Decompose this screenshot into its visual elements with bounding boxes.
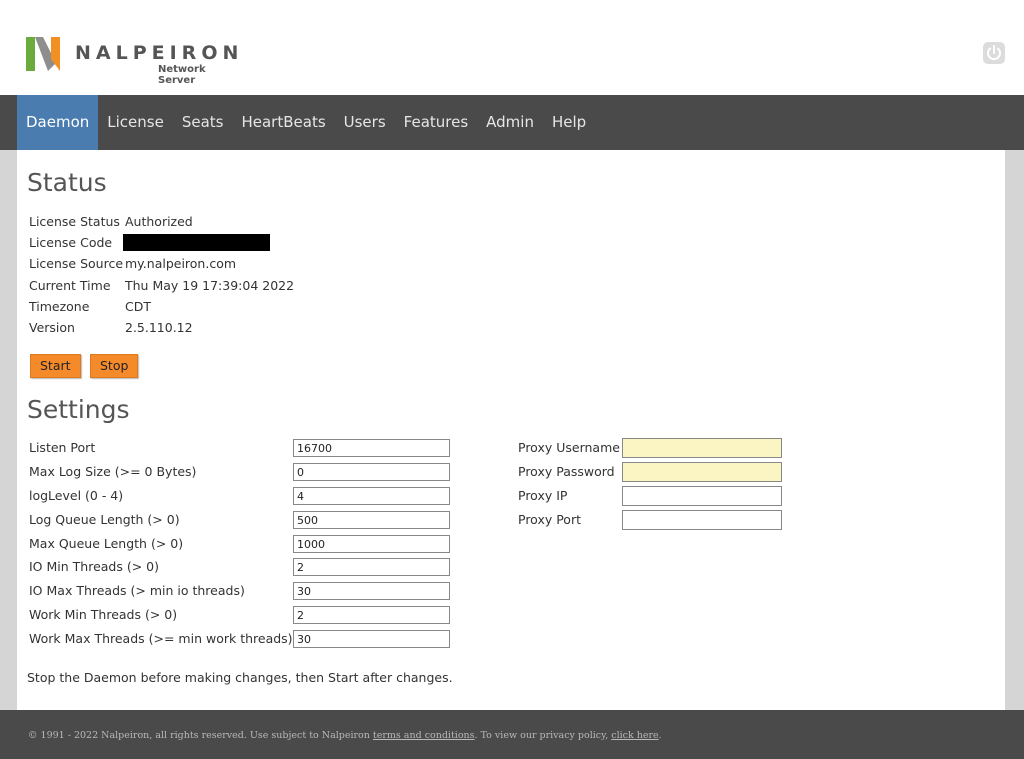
left-gutter [0,150,17,710]
logo[interactable]: NALPEIRON Network Server [26,37,246,86]
work-max-threads-input[interactable]: 30 [293,630,450,648]
proxy-password-input[interactable] [622,462,782,482]
right-gutter [1005,150,1024,710]
proxy-label: Proxy IP [518,488,568,503]
nav-users[interactable]: Users [335,95,395,150]
status-row: License Code [29,232,294,253]
nav-daemon[interactable]: Daemon [17,95,99,150]
status-label: Timezone [29,298,90,314]
proxy-label: Proxy Username [518,440,620,455]
nav-license[interactable]: License [98,95,173,150]
log-queue-length-input[interactable]: 500 [293,511,450,529]
status-label: License Status [29,214,120,230]
footer-suffix: . [658,730,662,741]
header: NALPEIRON Network Server [0,0,1024,95]
io-min-threads-input[interactable]: 2 [293,558,450,576]
status-value: my.nalpeiron.com [125,256,237,272]
nav-help[interactable]: Help [543,95,595,150]
setting-label: Log Queue Length (> 0) [29,512,180,527]
status-value: CDT [125,298,151,314]
work-min-threads-input[interactable]: 2 [293,606,450,624]
status-value: Thu May 19 17:39:04 2022 [125,277,295,293]
status-table: License Status Authorized License Code L… [29,211,294,338]
footer-prefix: © 1991 - 2022 Nalpeiron, all rights rese… [28,730,373,741]
setting-label: Max Log Size (>= 0 Bytes) [29,464,197,479]
proxy-ip-input[interactable] [622,486,782,506]
proxy-label: Proxy Password [518,464,615,479]
nav-features[interactable]: Features [395,95,478,150]
status-label: Current Time [29,277,111,293]
copyright-text: © 1991 - 2022 Nalpeiron, all rights rese… [28,730,662,741]
status-row: License Status Authorized [29,211,294,232]
nav-heartbeats[interactable]: HeartBeats [232,95,334,150]
proxy-username-input[interactable] [622,438,782,458]
status-row: License Source my.nalpeiron.com [29,253,294,274]
footer-middle: . To view our privacy policy, [474,730,612,741]
brand-subtitle: Network Server [158,64,206,86]
power-button[interactable] [983,42,1005,64]
status-row: Version 2.5.110.12 [29,317,294,338]
terms-link[interactable]: terms and conditions [373,730,475,741]
max-log-size-input[interactable]: 0 [293,463,450,481]
privacy-link[interactable]: click here [611,730,658,741]
setting-label: IO Max Threads (> min io threads) [29,583,245,598]
license-code-redacted [123,234,270,252]
proxy-label: Proxy Port [518,512,581,527]
power-icon [987,45,1001,61]
setting-label: IO Min Threads (> 0) [29,559,159,574]
stop-button[interactable]: Stop [90,354,139,378]
settings-heading: Settings [27,395,130,424]
start-button[interactable]: Start [30,354,81,378]
status-heading: Status [27,168,107,197]
setting-label: Work Max Threads (>= min work threads) [29,631,293,646]
nalpeiron-logo-icon [26,37,60,71]
status-row: Timezone CDT [29,296,294,317]
setting-label: Listen Port [29,440,96,455]
listen-port-input[interactable]: 16700 [293,439,450,457]
max-queue-length-input[interactable]: 1000 [293,535,450,553]
status-label: License Source [29,256,124,272]
status-value: 2.5.110.12 [125,320,193,336]
status-value: Authorized [125,214,193,230]
footer: © 1991 - 2022 Nalpeiron, all rights rese… [0,710,1024,759]
main-content: Status License Status Authorized License… [17,150,1005,710]
nav-admin[interactable]: Admin [477,95,543,150]
instruction-note: Stop the Daemon before making changes, t… [27,670,453,685]
setting-label: Work Min Threads (> 0) [29,607,178,622]
log-level-input[interactable]: 4 [293,487,450,505]
proxy-port-input[interactable] [622,510,782,530]
io-max-threads-input[interactable]: 30 [293,582,450,600]
status-label: License Code [29,235,113,251]
status-label: Version [29,320,75,336]
nav-seats[interactable]: Seats [173,95,233,150]
status-row: Current Time Thu May 19 17:39:04 2022 [29,275,294,296]
setting-label: logLevel (0 - 4) [29,488,124,503]
setting-label: Max Queue Length (> 0) [29,536,184,551]
brand-name: NALPEIRON [75,42,244,64]
main-nav: Daemon License Seats HeartBeats Users Fe… [0,95,1024,150]
